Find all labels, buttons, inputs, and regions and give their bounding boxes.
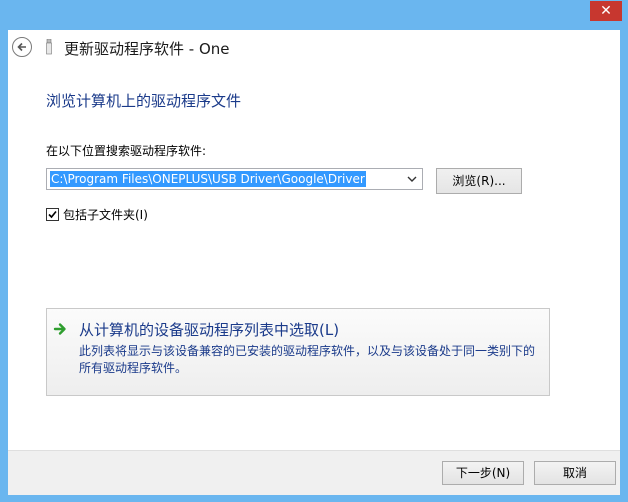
page-heading: 浏览计算机上的驱动程序文件	[46, 92, 242, 110]
driver-path-value[interactable]: C:\Program Files\ONEPLUS\USB Driver\Goog…	[50, 171, 366, 187]
pick-from-list-option[interactable]: 从计算机的设备驱动程序列表中选取(L) 此列表将显示与该设备兼容的已安装的驱动程…	[46, 308, 550, 396]
driver-path-combobox[interactable]: C:\Program Files\ONEPLUS\USB Driver\Goog…	[46, 168, 423, 190]
green-arrow-icon	[53, 321, 69, 337]
pick-from-list-description: 此列表将显示与该设备兼容的已安装的驱动程序软件，以及与该设备处于同一类别下的所有…	[79, 344, 536, 375]
back-button[interactable]	[12, 37, 32, 57]
wizard-client-area: 更新驱动程序软件 - One 浏览计算机上的驱动程序文件 在以下位置搜索驱动程序…	[8, 30, 620, 495]
cancel-button[interactable]: 取消	[534, 461, 616, 485]
wizard-header: 更新驱动程序软件 - One	[8, 30, 620, 66]
include-subfolders-label: 包括子文件夹(I)	[63, 207, 148, 222]
pick-from-list-title[interactable]: 从计算机的设备驱动程序列表中选取(L)	[79, 319, 339, 340]
back-arrow-icon	[17, 42, 26, 52]
close-button[interactable]: ✕	[590, 1, 622, 21]
usb-device-icon	[46, 38, 52, 55]
search-location-label: 在以下位置搜索驱动程序软件:	[46, 144, 207, 158]
wizard-footer: 下一步(N) 取消	[8, 450, 620, 495]
window-title: 更新驱动程序软件 - One	[64, 40, 230, 58]
include-subfolders-checkbox[interactable]	[46, 207, 59, 221]
window-frame: ✕ 更新驱动程序软件 - One 浏览计算机上的驱动程序文件 在以下位置搜索驱动…	[0, 0, 628, 502]
browse-button[interactable]: 浏览(R)...	[436, 168, 522, 194]
chevron-down-icon[interactable]	[405, 172, 419, 186]
include-subfolders-option[interactable]: 包括子文件夹(I)	[46, 206, 148, 222]
checkmark-icon	[48, 210, 57, 218]
next-button[interactable]: 下一步(N)	[442, 461, 524, 485]
